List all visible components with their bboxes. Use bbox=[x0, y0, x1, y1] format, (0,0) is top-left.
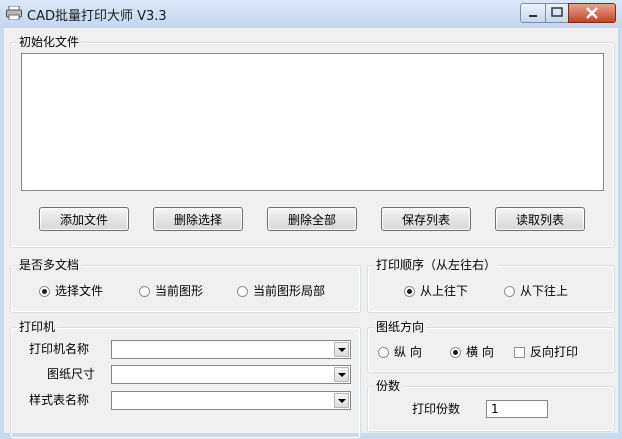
printer-name-label: 打印机名称 bbox=[29, 342, 90, 356]
multi-doc-group: 是否多文档 选择文件 当前图形 当前图形局部 bbox=[10, 258, 361, 313]
radio-current-drawing-indicator[interactable] bbox=[139, 286, 150, 297]
radio-landscape-label: 横 向 bbox=[466, 345, 494, 359]
radio-top-to-bottom-indicator[interactable] bbox=[404, 286, 415, 297]
radio-landscape[interactable]: 横 向 bbox=[450, 344, 494, 360]
chevron-down-icon[interactable] bbox=[334, 393, 349, 408]
window-title: CAD批量打印大师 V3.3 bbox=[27, 9, 167, 24]
printer-title: 打印机 bbox=[17, 320, 58, 334]
printer-group: 打印机 打印机名称 图纸尺寸 样式表名称 bbox=[10, 320, 361, 439]
radio-current-drawing-partial-label: 当前图形局部 bbox=[253, 284, 326, 298]
radio-portrait-label: 纵 向 bbox=[394, 345, 422, 359]
radio-select-file-label: 选择文件 bbox=[55, 284, 104, 298]
radio-current-drawing-label: 当前图形 bbox=[155, 284, 204, 298]
copies-group: 份数 打印份数 1 bbox=[367, 379, 615, 432]
minimize-icon bbox=[529, 15, 537, 17]
minimize-button[interactable] bbox=[520, 3, 546, 23]
init-files-title: 初始化文件 bbox=[17, 35, 82, 49]
style-table-label: 样式表名称 bbox=[29, 393, 90, 407]
reverse-print-label: 反向打印 bbox=[530, 345, 579, 359]
radio-current-drawing[interactable]: 当前图形 bbox=[139, 283, 203, 299]
radio-top-to-bottom[interactable]: 从上往下 bbox=[404, 283, 468, 299]
style-table-combo[interactable] bbox=[111, 391, 351, 410]
client-area: 初始化文件 添加文件 删除选择 删除全部 保存列表 读取列表 是否多文档 选择文… bbox=[4, 28, 618, 439]
radio-bottom-to-top[interactable]: 从下往上 bbox=[504, 283, 568, 299]
close-button[interactable] bbox=[568, 3, 616, 23]
copies-title: 份数 bbox=[374, 379, 403, 393]
radio-select-file-indicator[interactable] bbox=[39, 286, 50, 297]
chevron-down-icon[interactable] bbox=[334, 367, 349, 382]
chevron-down-icon[interactable] bbox=[334, 342, 349, 357]
copies-label: 打印份数 bbox=[412, 402, 461, 416]
copies-input[interactable]: 1 bbox=[486, 400, 548, 418]
printer-name-combo[interactable] bbox=[111, 340, 351, 359]
delete-all-button[interactable]: 删除全部 bbox=[267, 207, 357, 231]
radio-bottom-to-top-label: 从下往上 bbox=[520, 284, 569, 298]
paper-orientation-title: 图纸方向 bbox=[374, 320, 427, 334]
reverse-print-checkbox[interactable]: 反向打印 bbox=[514, 344, 578, 360]
close-icon bbox=[586, 7, 598, 19]
radio-portrait[interactable]: 纵 向 bbox=[378, 344, 422, 360]
maximize-icon bbox=[551, 7, 563, 17]
delete-selected-button[interactable]: 删除选择 bbox=[153, 207, 243, 231]
paper-size-combo[interactable] bbox=[111, 365, 351, 384]
radio-top-to-bottom-label: 从上往下 bbox=[420, 284, 469, 298]
radio-select-file[interactable]: 选择文件 bbox=[39, 283, 103, 299]
maximize-button[interactable] bbox=[545, 3, 569, 23]
paper-size-label: 图纸尺寸 bbox=[47, 367, 96, 381]
init-files-group: 初始化文件 添加文件 删除选择 删除全部 保存列表 读取列表 bbox=[10, 35, 615, 248]
reverse-print-checkbox-box[interactable] bbox=[514, 347, 525, 358]
printer-icon bbox=[6, 5, 22, 21]
file-listbox[interactable] bbox=[21, 53, 604, 191]
add-file-button[interactable]: 添加文件 bbox=[39, 207, 129, 231]
radio-landscape-indicator[interactable] bbox=[450, 347, 461, 358]
print-order-title: 打印顺序（从左往右） bbox=[374, 258, 499, 272]
title-bar[interactable]: CAD批量打印大师 V3.3 bbox=[0, 0, 622, 28]
main-window: CAD批量打印大师 V3.3 初始化文件 添加文件 删除选择 删除全部 保存列表… bbox=[0, 0, 622, 439]
paper-orientation-group: 图纸方向 纵 向 横 向 反向打印 bbox=[367, 320, 615, 373]
read-list-button[interactable]: 读取列表 bbox=[495, 207, 585, 231]
multi-doc-title: 是否多文档 bbox=[17, 258, 82, 272]
radio-current-drawing-partial-indicator[interactable] bbox=[237, 286, 248, 297]
save-list-button[interactable]: 保存列表 bbox=[381, 207, 471, 231]
radio-current-drawing-partial[interactable]: 当前图形局部 bbox=[237, 283, 325, 299]
print-order-group: 打印顺序（从左往右） 从上往下 从下往上 bbox=[367, 258, 615, 313]
radio-bottom-to-top-indicator[interactable] bbox=[504, 286, 515, 297]
radio-portrait-indicator[interactable] bbox=[378, 347, 389, 358]
